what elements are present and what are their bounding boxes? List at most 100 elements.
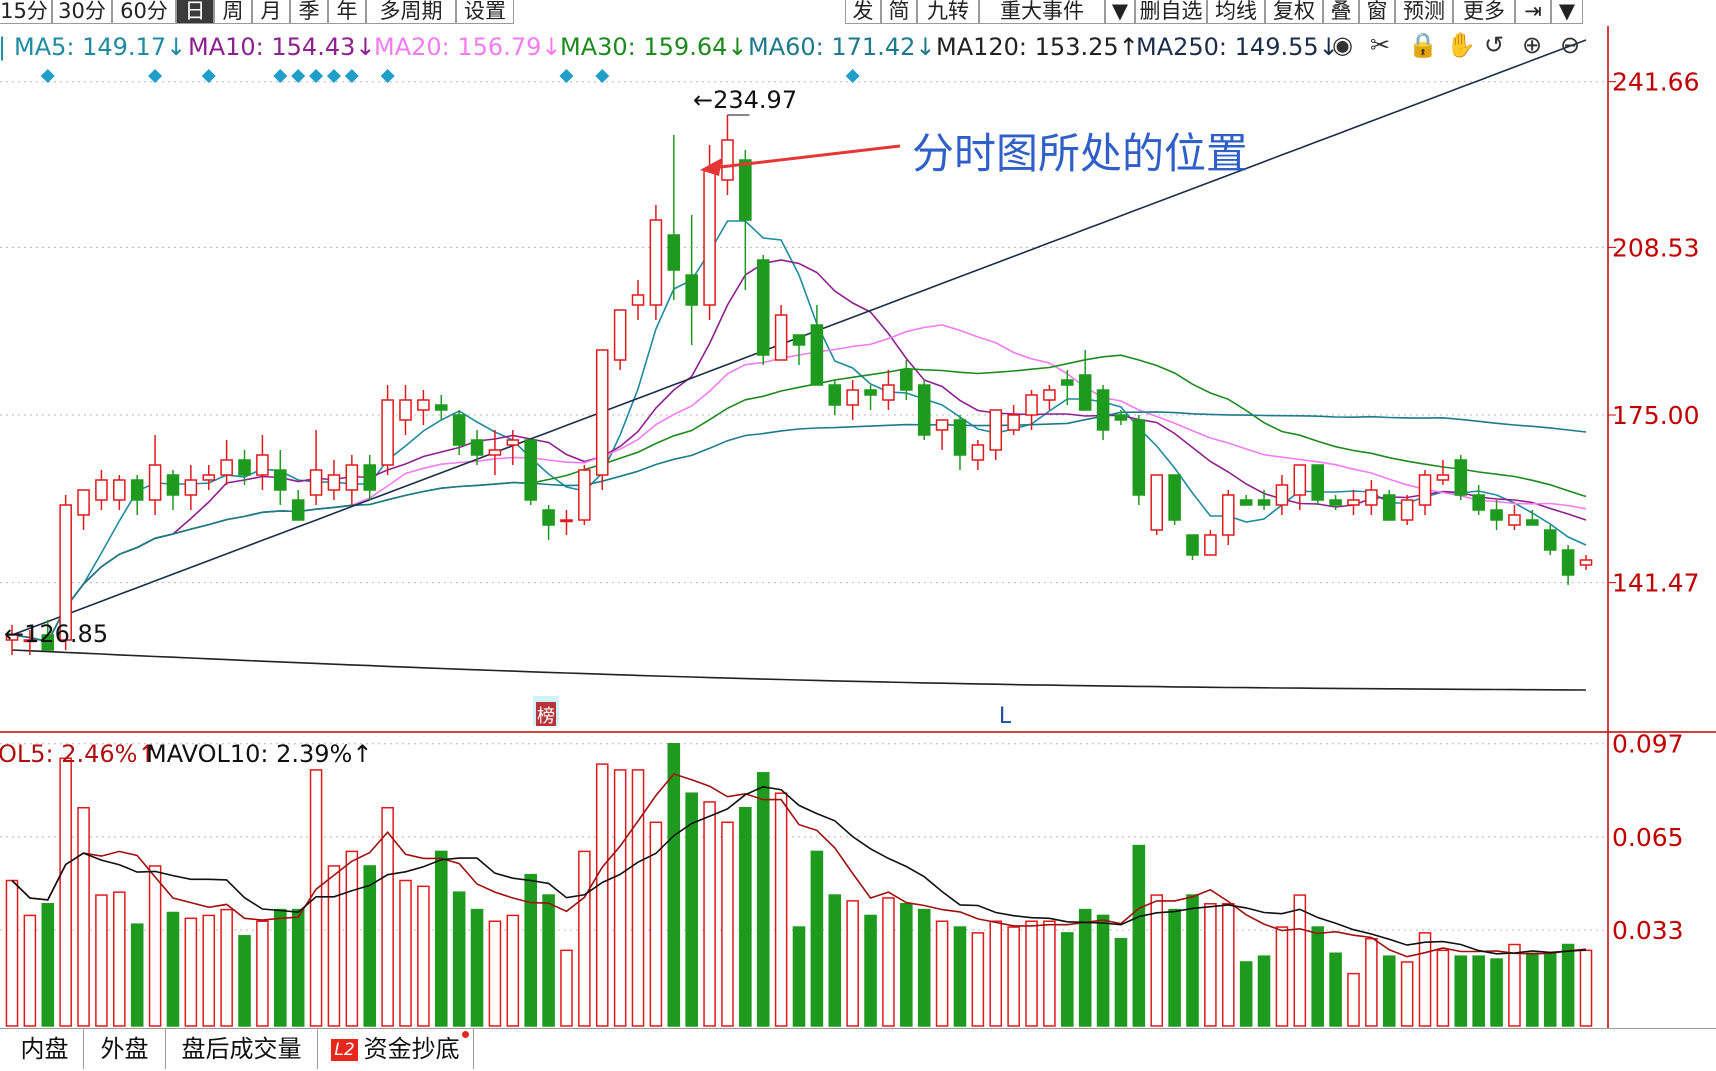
candle-body <box>1347 499 1360 506</box>
zoom-out-icon[interactable]: ⊖ <box>1560 31 1580 59</box>
ma5-line <box>11 220 1587 643</box>
volume-bar <box>1347 972 1360 1027</box>
candle-body <box>1025 394 1038 416</box>
period-tab-6[interactable]: 季 <box>290 0 328 24</box>
exit-icon[interactable]: ⇥ <box>1515 0 1551 24</box>
vol-legend-item: MAVOL10: 2.39%↑ <box>146 740 373 768</box>
red-dot-icon <box>462 1031 469 1038</box>
candle-body <box>542 509 555 526</box>
volume-bar <box>1490 958 1503 1027</box>
candle-body <box>935 419 949 431</box>
candle-body <box>578 469 591 521</box>
candle-body <box>560 519 573 523</box>
volume-bar <box>595 763 609 1027</box>
candle-body <box>399 399 412 421</box>
volume-bar <box>1579 949 1593 1027</box>
toolbar-button-10[interactable]: 更多 <box>1453 0 1515 24</box>
candle-body <box>1418 474 1432 506</box>
candle-body <box>1043 389 1056 401</box>
bottom-tab-0[interactable]: 内盘 <box>6 1029 84 1069</box>
more-dropdown-icon[interactable]: ▼ <box>1551 0 1583 24</box>
candle-body <box>1472 494 1485 511</box>
volume-bar <box>1096 914 1110 1027</box>
volume-bar <box>917 908 931 1027</box>
ma30-line <box>11 354 1587 643</box>
period-tab-7[interactable]: 年 <box>328 0 366 24</box>
candle-body <box>900 369 913 391</box>
bottom-tab-1[interactable]: 外盘 <box>84 1029 166 1069</box>
toolbar-button-4[interactable]: 删自选 <box>1135 0 1207 24</box>
candle-body <box>184 479 198 496</box>
period-tab-3[interactable]: 日 <box>176 0 214 24</box>
signal-diamond-icon <box>201 69 216 83</box>
volume-bar <box>667 742 681 1027</box>
volume-bar <box>1543 952 1557 1027</box>
volume-bar <box>1472 955 1485 1027</box>
bottom-tab-3[interactable]: L2 资金抄底 <box>318 1029 474 1069</box>
volume-bar <box>1365 937 1378 1027</box>
volume-bar <box>1454 955 1468 1027</box>
kline-chart[interactable]: 241.66 208.53 175.00 141.47 0.097 0.065 0.033 榜… <box>0 0 1716 1070</box>
candle-body <box>1168 474 1181 521</box>
toolbar-button-6[interactable]: 复权 <box>1265 0 1323 24</box>
period-tab-0[interactable]: 15分 <box>0 0 52 24</box>
candle-body <box>953 419 967 456</box>
hand-icon[interactable]: ✋ <box>1446 31 1476 59</box>
eye-icon[interactable]: ◉ <box>1332 31 1353 59</box>
candle-body <box>864 389 877 396</box>
volume-bar <box>1114 937 1128 1027</box>
candle-body <box>470 439 484 456</box>
toolbar-button-8[interactable]: 窗 <box>1359 0 1395 24</box>
volume-bar <box>1239 961 1253 1027</box>
candle-body <box>631 294 645 306</box>
candle-body <box>1150 474 1164 531</box>
volume-bar <box>309 769 323 1027</box>
candle-body <box>1329 499 1342 506</box>
toolbar-button-1[interactable]: 简 <box>881 0 917 24</box>
volume-bar <box>470 908 484 1027</box>
toolbar-button-3[interactable]: 重大事件 <box>979 0 1105 24</box>
toolbar-button-2[interactable]: 九转 <box>917 0 979 24</box>
volume-bar <box>703 801 716 1027</box>
scissors-icon[interactable]: ✂ <box>1370 31 1390 59</box>
volume-bar <box>238 935 251 1027</box>
candle-body <box>1382 494 1396 521</box>
vol-tick-label: 0.065 <box>1612 823 1684 852</box>
volume-bar <box>613 769 627 1027</box>
toolbar-button-7[interactable]: 叠 <box>1323 0 1359 24</box>
period-tab-2[interactable]: 60分 <box>112 0 176 24</box>
period-tab-8[interactable]: 多周期 <box>366 0 456 24</box>
signal-diamond-icon <box>344 69 359 83</box>
candle-body <box>345 464 359 491</box>
candle-body <box>1186 534 1199 556</box>
period-tab-4[interactable]: 周 <box>214 0 252 24</box>
period-tab-9[interactable]: 设置 <box>456 0 514 24</box>
volume-bar <box>452 891 466 1027</box>
signal-diamond-icon <box>380 69 395 83</box>
candle-body <box>1311 464 1324 501</box>
candle-body <box>309 469 323 496</box>
toolbar-button-5[interactable]: 均线 <box>1207 0 1265 24</box>
marker-l-label: L <box>999 704 1012 729</box>
ma60-line <box>11 411 1587 643</box>
signal-diamond-icon <box>148 69 163 83</box>
bottom-tab-2[interactable]: 盘后成交量 <box>166 1029 318 1069</box>
event-dropdown-icon[interactable]: ▼ <box>1105 0 1135 24</box>
volume-bar <box>1275 926 1289 1027</box>
toolbar-button-9[interactable]: 预测 <box>1395 0 1453 24</box>
zoom-in-icon[interactable]: ⊕ <box>1522 31 1542 59</box>
lock-icon[interactable]: 🔒 <box>1408 31 1438 59</box>
candle-body <box>238 459 251 476</box>
volume-bar <box>488 920 502 1027</box>
volume-bar <box>113 891 126 1027</box>
candle-body <box>1508 514 1521 526</box>
toolbar-button-0[interactable]: 发 <box>845 0 881 24</box>
volume-bar <box>1561 943 1575 1027</box>
period-tab-5[interactable]: 月 <box>252 0 290 24</box>
candle-body <box>739 159 752 221</box>
rank-marker-label: 榜 <box>537 706 555 727</box>
undo-icon[interactable]: ↺ <box>1484 31 1504 59</box>
period-tab-1[interactable]: 30分 <box>52 0 112 24</box>
candle-body <box>1490 509 1503 521</box>
candle-body <box>989 409 1003 451</box>
